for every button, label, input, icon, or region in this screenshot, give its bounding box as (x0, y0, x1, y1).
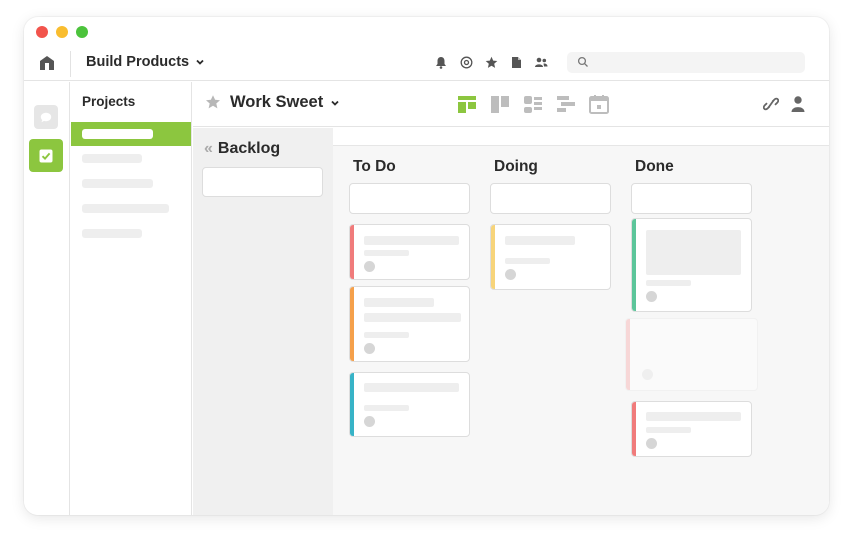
task-card[interactable] (631, 401, 752, 457)
card-accent-bar (491, 225, 495, 289)
add-task-input-doing[interactable] (490, 183, 611, 214)
card-meta-placeholder (646, 280, 691, 286)
top-toolbar (434, 55, 548, 69)
add-task-input-todo[interactable] (349, 183, 470, 214)
projects-panel: Projects (71, 82, 192, 515)
board-main: Work Sweet « Backlog To Do Doing Done (193, 82, 829, 515)
card-title-placeholder (364, 313, 461, 322)
backlog-add-task-input[interactable] (202, 167, 323, 197)
project-item[interactable] (82, 229, 142, 238)
task-card[interactable] (490, 224, 611, 290)
board-title-selector[interactable]: Work Sweet (230, 93, 340, 112)
assignee-avatar (364, 261, 375, 272)
card-meta-placeholder (505, 258, 550, 264)
column-title-todo: To Do (353, 158, 396, 175)
task-card-dragging[interactable] (625, 318, 758, 391)
kanban-view-icon[interactable] (490, 95, 510, 114)
project-item[interactable] (82, 179, 153, 188)
workspace-name: Build Products (86, 54, 190, 70)
task-card[interactable] (349, 286, 470, 362)
chat-bubble-icon (40, 112, 52, 122)
assignee-avatar (505, 269, 516, 280)
search-icon (577, 56, 588, 67)
dashboard-view-icon[interactable] (523, 95, 543, 114)
people-icon[interactable] (534, 55, 548, 69)
column-title-doing: Doing (494, 158, 538, 175)
at-sign-icon[interactable] (459, 55, 473, 69)
task-card[interactable] (631, 218, 752, 312)
app-window: Build Products Projects Work Sweet « Bac… (24, 17, 829, 515)
search-field[interactable] (567, 52, 805, 73)
app-icon-rail (24, 82, 70, 515)
assignee-avatar (646, 438, 657, 449)
sidebar-item-chat[interactable] (34, 105, 58, 129)
card-title-placeholder (505, 236, 575, 245)
projects-heading: Projects (82, 94, 136, 109)
card-meta-placeholder (646, 427, 691, 433)
user-icon[interactable] (790, 95, 806, 113)
board-columns-area: To Do Doing Done (333, 128, 829, 515)
checkbox-icon (39, 149, 53, 162)
board-title: Work Sweet (230, 93, 324, 111)
favorite-star-icon[interactable] (205, 94, 221, 110)
backlog-header: « Backlog (204, 140, 280, 158)
card-title-placeholder (364, 383, 459, 392)
home-icon[interactable] (38, 54, 56, 72)
workspace-selector[interactable]: Build Products (86, 54, 205, 70)
gantt-view-icon[interactable] (556, 95, 576, 114)
project-item[interactable] (82, 204, 169, 213)
chevron-down-icon (331, 100, 339, 106)
backlog-title: Backlog (217, 140, 281, 157)
task-card[interactable] (349, 372, 470, 437)
card-meta-placeholder (364, 332, 409, 338)
zoom-window-button[interactable] (76, 26, 88, 38)
card-accent-bar (350, 225, 354, 279)
card-image-placeholder (646, 230, 741, 275)
card-accent-bar (626, 319, 630, 390)
card-title-placeholder (364, 236, 459, 245)
assignee-avatar (364, 343, 375, 354)
add-task-input-done[interactable] (631, 183, 752, 214)
project-item[interactable] (82, 154, 142, 163)
board-view-icon[interactable] (457, 95, 477, 114)
minimize-window-button[interactable] (56, 26, 68, 38)
assignee-avatar (646, 291, 657, 302)
window-controls (36, 26, 88, 38)
assignee-avatar (364, 416, 375, 427)
card-accent-bar (632, 402, 636, 456)
backlog-panel: « Backlog (193, 128, 333, 515)
task-card[interactable] (349, 224, 470, 280)
collapse-chevrons-icon[interactable]: « (204, 140, 213, 158)
close-window-button[interactable] (36, 26, 48, 38)
card-title-placeholder (646, 412, 741, 421)
card-title-placeholder (364, 298, 434, 307)
link-icon[interactable] (763, 95, 779, 113)
card-accent-bar (350, 373, 354, 436)
card-meta-placeholder (364, 250, 409, 256)
top-bar: Build Products (24, 47, 829, 81)
document-icon[interactable] (509, 55, 523, 69)
calendar-view-icon[interactable] (589, 95, 609, 114)
assignee-avatar (642, 369, 653, 380)
star-icon[interactable] (484, 55, 498, 69)
column-title-done: Done (635, 158, 674, 175)
board-top-strip (333, 128, 829, 146)
bell-icon[interactable] (434, 55, 448, 69)
card-accent-bar (632, 219, 636, 311)
card-accent-bar (350, 287, 354, 361)
card-meta-placeholder (364, 405, 409, 411)
project-item-label-placeholder (82, 129, 153, 139)
board-header: Work Sweet (193, 82, 829, 127)
divider (70, 51, 71, 77)
sidebar-item-tasks[interactable] (29, 139, 63, 172)
view-switcher (457, 95, 609, 114)
project-item-active[interactable] (71, 122, 191, 146)
chevron-down-icon (196, 59, 204, 65)
